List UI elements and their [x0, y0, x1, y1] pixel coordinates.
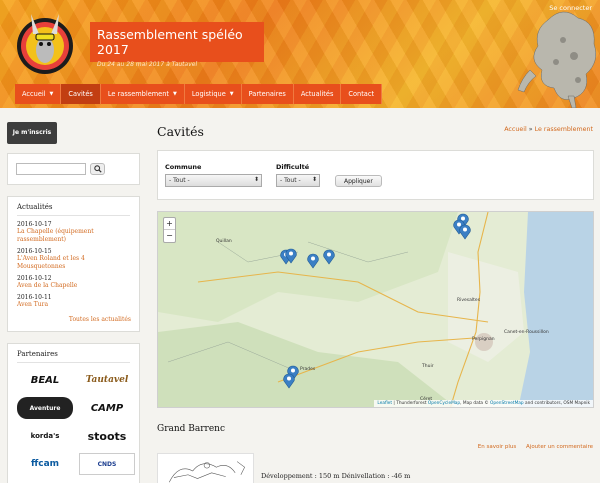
select-arrows-icon: ⬍	[311, 176, 317, 183]
cave-marker-icon[interactable]	[459, 224, 471, 240]
cave-marker-icon[interactable]	[283, 373, 295, 389]
attribution-text: and contributors, OSM Mapnik	[523, 401, 590, 406]
partner-name: ffcam	[30, 459, 60, 469]
partner-name: BEAL	[30, 374, 60, 386]
breadcrumb-separator: »	[528, 126, 533, 133]
nav-label: Partenaires	[248, 90, 286, 98]
news-title: Actualités	[17, 203, 130, 216]
news-link[interactable]: Aven Tura	[17, 301, 130, 309]
partner-logo-ffcam[interactable]: ffcam	[17, 453, 73, 475]
apply-button[interactable]: Appliquer	[335, 175, 382, 187]
nav-item-accueil[interactable]: Accueil ▼	[15, 84, 62, 104]
difficulte-select[interactable]: - Tout - ⬍	[276, 174, 320, 187]
site-subtitle: Du 24 au 28 mai 2017 à Tautavel	[97, 61, 198, 68]
search-icon	[93, 165, 102, 173]
all-news-link[interactable]: Toutes les actualités	[69, 316, 131, 323]
partners-title: Partenaires	[17, 350, 130, 363]
news-date: 2016-10-17	[17, 221, 52, 228]
caret-down-icon: ▼	[229, 91, 234, 97]
commune-select[interactable]: - Tout - ⬍	[165, 174, 262, 187]
partner-logo-tautavel[interactable]: Tautavel	[79, 369, 135, 391]
partner-logo-aventure[interactable]: Aventure	[17, 397, 73, 419]
login-link[interactable]: Se connecter	[549, 4, 592, 12]
cave-marker-icon[interactable]	[307, 253, 319, 269]
nav-item-contact[interactable]: Contact	[341, 84, 383, 104]
nav-label: Le rassemblement	[107, 90, 170, 98]
partner-name: CAMP	[90, 402, 124, 414]
nav-label: Logistique	[191, 90, 226, 98]
partner-name: stoots	[87, 429, 127, 443]
cave-title[interactable]: Grand Barrenc	[157, 424, 225, 434]
news-date: 2016-10-12	[17, 275, 52, 282]
search-button[interactable]	[90, 163, 105, 175]
club-logo[interactable]	[14, 8, 76, 80]
nav-label: Accueil	[22, 90, 46, 98]
partner-logo-kordas[interactable]: korda's	[17, 425, 73, 447]
nav-item-partenaires[interactable]: Partenaires	[241, 84, 294, 104]
cave-marker-icon[interactable]	[323, 249, 335, 265]
site-title: Rassemblement spéléo 2017	[97, 27, 243, 57]
leaflet-link[interactable]: Leaflet	[377, 401, 392, 406]
opencyclemap-link[interactable]: OpenCycleMap	[428, 401, 460, 406]
partner-name: Tautavel	[85, 375, 129, 385]
cave-illustration	[517, 11, 596, 108]
partner-logo-camp[interactable]: CAMP	[79, 397, 135, 419]
sidebar: Je m'inscris	[7, 122, 140, 144]
signup-button[interactable]: Je m'inscris	[7, 122, 57, 144]
select-arrows-icon: ⬍	[253, 176, 259, 183]
filter-commune: Commune - Tout - ⬍	[165, 163, 262, 187]
openstreetmap-link[interactable]: OpenStreetMap	[490, 401, 524, 406]
read-more-link[interactable]: En savoir plus	[478, 444, 516, 450]
caret-down-icon: ▼	[49, 91, 54, 97]
select-value: - Tout -	[280, 177, 301, 184]
cave-links: En savoir plus Ajouter un commentaire	[470, 444, 593, 450]
caret-down-icon: ▼	[173, 91, 177, 97]
attribution-text: , Map data ©	[460, 401, 491, 406]
nav-item-logistique[interactable]: Logistique ▼	[184, 84, 242, 104]
partners-panel: Partenaires BEAL Tautavel Aventure CAMP …	[7, 343, 140, 483]
partner-name: korda's	[30, 432, 60, 440]
news-panel: Actualités 2016-10-17 La Chapelle (équip…	[7, 196, 140, 332]
cave-topography-thumbnail[interactable]	[157, 453, 254, 483]
filter-difficulte: Difficulté - Tout - ⬍	[276, 163, 320, 187]
main-nav: Accueil ▼ Cavités Le rassemblement ▼ Logis…	[15, 84, 383, 104]
site-title-box[interactable]: Rassemblement spéléo 2017 Du 24 au 28 ma…	[90, 22, 264, 68]
difficulte-label: Difficulté	[276, 163, 310, 171]
commune-label: Commune	[165, 163, 202, 171]
nav-label: Actualités	[300, 90, 334, 98]
add-comment-link[interactable]: Ajouter un commentaire	[526, 444, 593, 450]
news-date: 2016-10-15	[17, 248, 52, 255]
search-panel	[7, 153, 140, 185]
news-link[interactable]: L'Aven Roland et les 4 Mousquetonnes	[17, 255, 130, 271]
map-markers	[280, 213, 471, 389]
breadcrumb-home[interactable]: Accueil	[504, 126, 527, 133]
partner-logo-stoots[interactable]: stoots	[79, 425, 135, 447]
cave-stats: Développement : 150 m Dénivellation : -4…	[261, 472, 411, 480]
search-input[interactable]	[16, 163, 86, 175]
nav-label: Contact	[348, 90, 375, 98]
site-header: Rassemblement spéléo 2017 Du 24 au 28 ma…	[0, 0, 600, 108]
nav-item-actualites[interactable]: Actualités	[293, 84, 342, 104]
partner-name: Aventure	[29, 404, 61, 412]
news-link[interactable]: La Chapelle (équipement rassemblement)	[17, 228, 130, 244]
map-attribution: Leaflet | Thunderforest OpenCycleMap, Ma…	[374, 400, 593, 407]
partner-logos: BEAL Tautavel Aventure CAMP korda's stoo…	[17, 369, 135, 475]
news-link[interactable]: Aven de la Chapelle	[17, 282, 130, 290]
partner-logo-cnds[interactable]: CNDS	[79, 453, 135, 475]
breadcrumb-current[interactable]: Le rassemblement	[535, 126, 593, 133]
caves-map[interactable]: Quillan Rivesaltes Perpignan Canet-en-Ro…	[157, 211, 594, 408]
partner-name: CNDS	[97, 460, 117, 468]
select-value: - Tout -	[169, 177, 190, 184]
news-date: 2016-10-11	[17, 294, 52, 301]
nav-item-cavites[interactable]: Cavités	[61, 84, 101, 104]
breadcrumb: Accueil » Le rassemblement	[504, 126, 593, 133]
nav-label: Cavités	[68, 90, 93, 98]
page-title: Cavités	[157, 124, 204, 139]
attribution-text: | Thunderforest	[392, 401, 428, 406]
nav-item-rassemblement[interactable]: Le rassemblement ▼	[100, 84, 185, 104]
partner-logo-beal[interactable]: BEAL	[17, 369, 73, 391]
